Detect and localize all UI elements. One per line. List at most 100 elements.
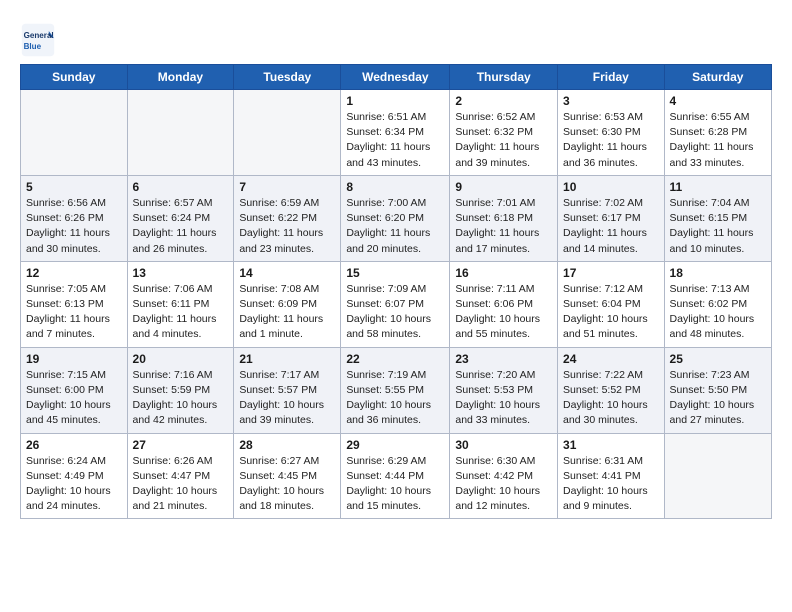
calendar-cell: 31 Sunrise: 6:31 AM Sunset: 4:41 PM Dayli… <box>558 433 665 519</box>
day-header-tuesday: Tuesday <box>234 65 341 90</box>
calendar-cell: 24 Sunrise: 7:22 AM Sunset: 5:52 PM Dayli… <box>558 347 665 433</box>
calendar-cell: 29 Sunrise: 6:29 AM Sunset: 4:44 PM Dayli… <box>341 433 450 519</box>
day-number: 4 <box>670 94 766 108</box>
day-number: 24 <box>563 352 659 366</box>
calendar-cell: 20 Sunrise: 7:16 AM Sunset: 5:59 PM Dayli… <box>127 347 234 433</box>
calendar-cell: 9Sunrise: 7:01 AM Sunset: 6:18 PM Daylig… <box>450 175 558 261</box>
calendar-cell: 13 Sunrise: 7:06 AM Sunset: 6:11 PM Dayli… <box>127 261 234 347</box>
day-number: 18 <box>670 266 766 280</box>
day-info: Sunrise: 6:53 AM Sunset: 6:30 PM Dayligh… <box>563 110 659 171</box>
day-number: 10 <box>563 180 659 194</box>
calendar-cell: 8 Sunrise: 7:00 AM Sunset: 6:20 PM Daylig… <box>341 175 450 261</box>
day-info: Sunrise: 6:59 AM Sunset: 6:22 PM Dayligh… <box>239 196 335 257</box>
day-number: 11 <box>670 180 766 194</box>
day-info: Sunrise: 7:01 AM Sunset: 6:18 PM Dayligh… <box>455 196 552 257</box>
calendar-cell: 19Sunrise: 7:15 AM Sunset: 6:00 PM Dayli… <box>21 347 128 433</box>
day-number: 8 <box>346 180 444 194</box>
day-number: 29 <box>346 438 444 452</box>
calendar-cell: 23 Sunrise: 7:20 AM Sunset: 5:53 PM Dayli… <box>450 347 558 433</box>
day-number: 2 <box>455 94 552 108</box>
calendar-cell: 26 Sunrise: 6:24 AM Sunset: 4:49 PM Dayli… <box>21 433 128 519</box>
calendar-cell <box>21 90 128 176</box>
day-number: 3 <box>563 94 659 108</box>
calendar-cell: 22 Sunrise: 7:19 AM Sunset: 5:55 PM Dayli… <box>341 347 450 433</box>
day-info: Sunrise: 7:13 AM Sunset: 6:02 PM Dayligh… <box>670 282 766 343</box>
calendar-cell: 5Sunrise: 6:56 AM Sunset: 6:26 PM Daylig… <box>21 175 128 261</box>
day-number: 27 <box>133 438 229 452</box>
day-header-monday: Monday <box>127 65 234 90</box>
day-info: Sunrise: 7:23 AM Sunset: 5:50 PM Dayligh… <box>670 368 766 429</box>
day-number: 30 <box>455 438 552 452</box>
day-number: 14 <box>239 266 335 280</box>
calendar: SundayMondayTuesdayWednesdayThursdayFrid… <box>20 64 772 519</box>
day-info: Sunrise: 7:08 AM Sunset: 6:09 PM Dayligh… <box>239 282 335 343</box>
day-info: Sunrise: 6:24 AM Sunset: 4:49 PM Dayligh… <box>26 454 122 515</box>
day-header-sunday: Sunday <box>21 65 128 90</box>
day-info: Sunrise: 6:26 AM Sunset: 4:47 PM Dayligh… <box>133 454 229 515</box>
day-number: 23 <box>455 352 552 366</box>
day-number: 1 <box>346 94 444 108</box>
day-number: 31 <box>563 438 659 452</box>
day-info: Sunrise: 7:05 AM Sunset: 6:13 PM Dayligh… <box>26 282 122 343</box>
day-info: Sunrise: 7:22 AM Sunset: 5:52 PM Dayligh… <box>563 368 659 429</box>
day-number: 26 <box>26 438 122 452</box>
day-number: 15 <box>346 266 444 280</box>
calendar-cell: 14 Sunrise: 7:08 AM Sunset: 6:09 PM Dayli… <box>234 261 341 347</box>
day-info: Sunrise: 7:19 AM Sunset: 5:55 PM Dayligh… <box>346 368 444 429</box>
calendar-cell: 30 Sunrise: 6:30 AM Sunset: 4:42 PM Dayli… <box>450 433 558 519</box>
logo: General Blue <box>20 22 60 58</box>
calendar-cell: 4 Sunrise: 6:55 AM Sunset: 6:28 PM Daylig… <box>664 90 771 176</box>
calendar-cell: 10 Sunrise: 7:02 AM Sunset: 6:17 PM Dayli… <box>558 175 665 261</box>
calendar-cell <box>234 90 341 176</box>
day-header-thursday: Thursday <box>450 65 558 90</box>
day-number: 22 <box>346 352 444 366</box>
day-info: Sunrise: 7:16 AM Sunset: 5:59 PM Dayligh… <box>133 368 229 429</box>
day-info: Sunrise: 7:09 AM Sunset: 6:07 PM Dayligh… <box>346 282 444 343</box>
day-info: Sunrise: 7:04 AM Sunset: 6:15 PM Dayligh… <box>670 196 766 257</box>
day-number: 12 <box>26 266 122 280</box>
day-info: Sunrise: 6:57 AM Sunset: 6:24 PM Dayligh… <box>133 196 229 257</box>
day-number: 7 <box>239 180 335 194</box>
day-number: 20 <box>133 352 229 366</box>
calendar-cell: 15 Sunrise: 7:09 AM Sunset: 6:07 PM Dayli… <box>341 261 450 347</box>
day-info: Sunrise: 6:52 AM Sunset: 6:32 PM Dayligh… <box>455 110 552 171</box>
calendar-cell: 17 Sunrise: 7:12 AM Sunset: 6:04 PM Dayli… <box>558 261 665 347</box>
calendar-cell: 7 Sunrise: 6:59 AM Sunset: 6:22 PM Daylig… <box>234 175 341 261</box>
day-info: Sunrise: 7:20 AM Sunset: 5:53 PM Dayligh… <box>455 368 552 429</box>
day-number: 25 <box>670 352 766 366</box>
day-number: 13 <box>133 266 229 280</box>
calendar-cell: 16 Sunrise: 7:11 AM Sunset: 6:06 PM Dayli… <box>450 261 558 347</box>
calendar-cell: 28 Sunrise: 6:27 AM Sunset: 4:45 PM Dayli… <box>234 433 341 519</box>
day-info: Sunrise: 7:02 AM Sunset: 6:17 PM Dayligh… <box>563 196 659 257</box>
day-number: 6 <box>133 180 229 194</box>
day-number: 28 <box>239 438 335 452</box>
day-header-wednesday: Wednesday <box>341 65 450 90</box>
day-info: Sunrise: 6:55 AM Sunset: 6:28 PM Dayligh… <box>670 110 766 171</box>
calendar-cell: 3 Sunrise: 6:53 AM Sunset: 6:30 PM Daylig… <box>558 90 665 176</box>
calendar-cell: 2 Sunrise: 6:52 AM Sunset: 6:32 PM Daylig… <box>450 90 558 176</box>
svg-text:Blue: Blue <box>24 42 42 51</box>
calendar-cell <box>664 433 771 519</box>
calendar-cell: 12 Sunrise: 7:05 AM Sunset: 6:13 PM Dayli… <box>21 261 128 347</box>
calendar-cell: 21Sunrise: 7:17 AM Sunset: 5:57 PM Dayli… <box>234 347 341 433</box>
calendar-cell: 1 Sunrise: 6:51 AM Sunset: 6:34 PM Daylig… <box>341 90 450 176</box>
calendar-cell: 25 Sunrise: 7:23 AM Sunset: 5:50 PM Dayli… <box>664 347 771 433</box>
day-info: Sunrise: 6:29 AM Sunset: 4:44 PM Dayligh… <box>346 454 444 515</box>
calendar-cell: 6 Sunrise: 6:57 AM Sunset: 6:24 PM Daylig… <box>127 175 234 261</box>
day-header-saturday: Saturday <box>664 65 771 90</box>
day-number: 5 <box>26 180 122 194</box>
day-info: Sunrise: 7:00 AM Sunset: 6:20 PM Dayligh… <box>346 196 444 257</box>
day-number: 16 <box>455 266 552 280</box>
day-info: Sunrise: 7:17 AM Sunset: 5:57 PM Dayligh… <box>239 368 335 429</box>
day-info: Sunrise: 7:11 AM Sunset: 6:06 PM Dayligh… <box>455 282 552 343</box>
day-info: Sunrise: 6:30 AM Sunset: 4:42 PM Dayligh… <box>455 454 552 515</box>
day-info: Sunrise: 6:51 AM Sunset: 6:34 PM Dayligh… <box>346 110 444 171</box>
day-info: Sunrise: 6:27 AM Sunset: 4:45 PM Dayligh… <box>239 454 335 515</box>
day-info: Sunrise: 6:31 AM Sunset: 4:41 PM Dayligh… <box>563 454 659 515</box>
day-info: Sunrise: 7:12 AM Sunset: 6:04 PM Dayligh… <box>563 282 659 343</box>
day-info: Sunrise: 7:06 AM Sunset: 6:11 PM Dayligh… <box>133 282 229 343</box>
day-number: 17 <box>563 266 659 280</box>
calendar-cell: 27 Sunrise: 6:26 AM Sunset: 4:47 PM Dayli… <box>127 433 234 519</box>
day-header-friday: Friday <box>558 65 665 90</box>
day-info: Sunrise: 7:15 AM Sunset: 6:00 PM Dayligh… <box>26 368 122 429</box>
